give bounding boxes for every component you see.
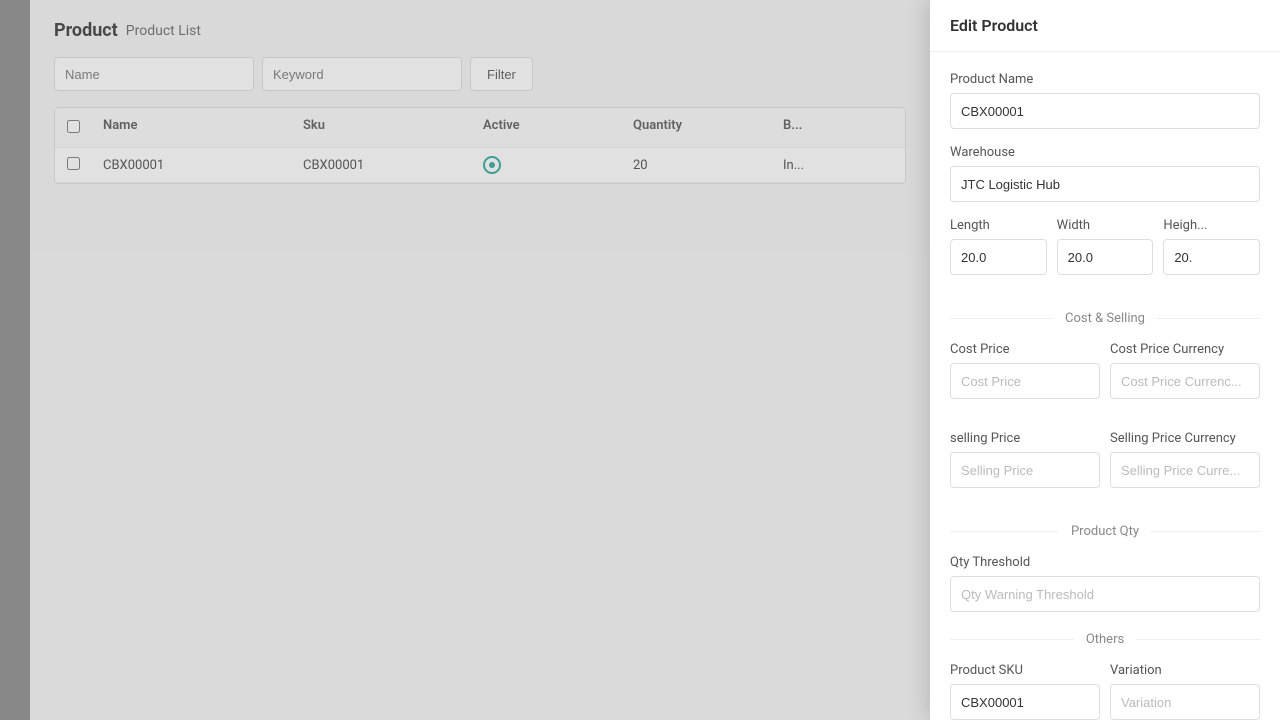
cost-price-row: Cost Price Cost Price Currency	[950, 342, 1260, 415]
length-group: Length	[950, 218, 1047, 275]
cost-price-currency-input[interactable]	[1110, 363, 1260, 399]
height-label: Heigh...	[1163, 218, 1260, 233]
product-name-label: Product Name	[950, 72, 1260, 87]
active-status-icon	[483, 156, 501, 174]
qty-threshold-group: Qty Threshold	[950, 555, 1260, 612]
product-name-group: Product Name	[950, 72, 1260, 129]
length-input[interactable]	[950, 239, 1047, 275]
row-extra: In...	[771, 158, 871, 173]
dimensions-row: Length Width Heigh...	[950, 218, 1260, 291]
cost-price-group: Cost Price	[950, 342, 1100, 399]
product-sku-label: Product SKU	[950, 663, 1100, 678]
row-sku: CBX00001	[291, 158, 471, 173]
width-group: Width	[1057, 218, 1154, 275]
cost-price-label: Cost Price	[950, 342, 1100, 357]
filter-button[interactable]: Filter	[470, 57, 533, 91]
qty-threshold-label: Qty Threshold	[950, 555, 1260, 570]
selling-price-row: selling Price Selling Price Currency	[950, 431, 1260, 504]
drawer-title: Edit Product	[950, 16, 1038, 35]
warehouse-group: Warehouse	[950, 145, 1260, 202]
selling-price-label: selling Price	[950, 431, 1100, 446]
others-divider: Others	[950, 632, 1260, 647]
name-input[interactable]	[54, 57, 254, 91]
edit-product-drawer: Edit Product Product Name Warehouse Leng…	[930, 0, 1280, 720]
variation-label: Variation	[1110, 663, 1260, 678]
cost-selling-label: Cost & Selling	[1065, 311, 1145, 326]
product-name-input[interactable]	[950, 93, 1260, 129]
variation-input[interactable]	[1110, 684, 1260, 720]
drawer-header: Edit Product	[930, 0, 1280, 52]
sku-variation-row: Product SKU Variation	[950, 663, 1260, 720]
warehouse-input[interactable]	[950, 166, 1260, 202]
breadcrumb: Product List	[126, 23, 201, 39]
height-group: Heigh...	[1163, 218, 1260, 275]
col-quantity: Quantity	[621, 118, 771, 137]
row-name: CBX00001	[91, 158, 291, 173]
col-checkbox	[55, 118, 91, 137]
product-qty-divider: Product Qty	[950, 524, 1260, 539]
selling-price-currency-group: Selling Price Currency	[1110, 431, 1260, 488]
row-select-checkbox[interactable]	[67, 157, 80, 170]
col-active: Active	[471, 118, 621, 137]
select-all-checkbox[interactable]	[67, 120, 80, 133]
product-sku-group: Product SKU	[950, 663, 1100, 720]
keyword-input[interactable]	[262, 57, 462, 91]
table-row[interactable]: CBX00001 CBX00001 20 In...	[55, 148, 905, 183]
filter-bar: Filter	[30, 57, 930, 107]
cost-price-currency-group: Cost Price Currency	[1110, 342, 1260, 399]
height-input[interactable]	[1163, 239, 1260, 275]
width-label: Width	[1057, 218, 1154, 233]
cost-price-input[interactable]	[950, 363, 1100, 399]
page-title: Product	[54, 20, 118, 41]
selling-price-currency-label: Selling Price Currency	[1110, 431, 1260, 446]
row-active	[471, 156, 621, 174]
cost-selling-divider: Cost & Selling	[950, 311, 1260, 326]
product-sku-input[interactable]	[950, 684, 1100, 720]
others-label: Others	[1086, 632, 1124, 647]
qty-threshold-input[interactable]	[950, 576, 1260, 612]
table-header: Name Sku Active Quantity B...	[55, 108, 905, 148]
warehouse-label: Warehouse	[950, 145, 1260, 160]
variation-group: Variation	[1110, 663, 1260, 720]
left-panel: Product Product List Filter Name Sku Act…	[0, 0, 930, 720]
selling-price-currency-input[interactable]	[1110, 452, 1260, 488]
drawer-body: Product Name Warehouse Length Width Heig…	[930, 52, 1280, 720]
cost-price-currency-label: Cost Price Currency	[1110, 342, 1260, 357]
product-table: Name Sku Active Quantity B... CBX00001 C…	[54, 107, 906, 184]
selling-price-group: selling Price	[950, 431, 1100, 488]
col-sku: Sku	[291, 118, 471, 137]
product-qty-label: Product Qty	[1071, 524, 1139, 539]
col-extra: B...	[771, 118, 871, 137]
length-label: Length	[950, 218, 1047, 233]
col-name: Name	[91, 118, 291, 137]
width-input[interactable]	[1057, 239, 1154, 275]
row-checkbox[interactable]	[55, 157, 91, 174]
row-quantity: 20	[621, 158, 771, 173]
selling-price-input[interactable]	[950, 452, 1100, 488]
